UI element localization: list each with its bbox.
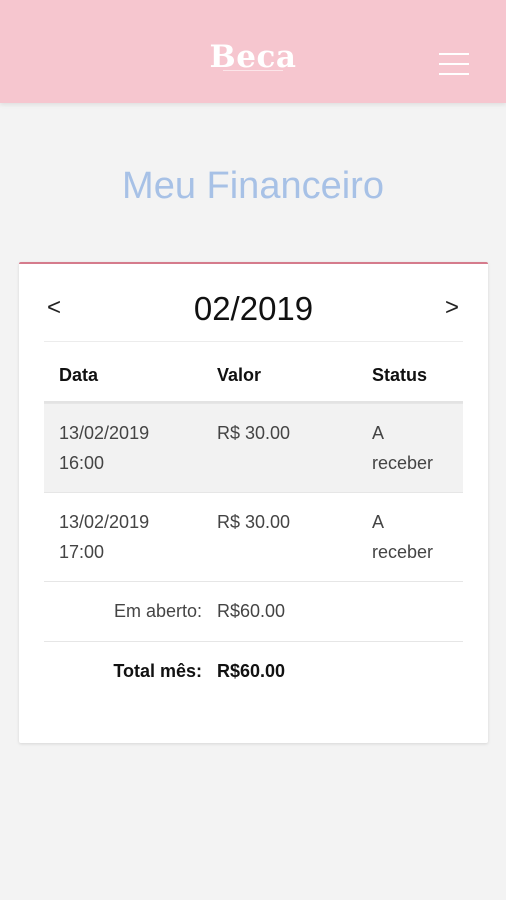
row-date-day: 13/02/2019 [59, 512, 150, 532]
row-status-line2: receber [372, 542, 434, 562]
column-header-value: Valor [217, 365, 262, 385]
row-date-day: 13/02/2019 [59, 423, 150, 443]
row-status-line1: A [372, 512, 385, 532]
brand-logo-text: Beca [209, 39, 297, 75]
row-date: 13/02/2019 17:00 [59, 507, 149, 567]
row-value: R$ 30.00 [217, 512, 291, 532]
month-total-row: Total mês: R$60.00 [44, 641, 463, 701]
open-amount-label: Em aberto: [113, 601, 202, 621]
menu-line [439, 63, 469, 65]
row-status: A receber [372, 418, 462, 478]
row-date: 13/02/2019 16:00 [59, 418, 149, 478]
table-row[interactable]: 13/02/2019 16:00 R$ 30.00 A receber [44, 403, 463, 492]
payments-table: Data Valor Status 13/02/2019 16:00 R$ 30… [44, 341, 463, 701]
open-amount-value: R$60.00 [217, 601, 286, 621]
table-row[interactable]: 13/02/2019 17:00 R$ 30.00 A receber [44, 492, 463, 581]
row-date-time: 16:00 [59, 453, 105, 473]
finance-card: < 02/2019 > Data Valor Status 13/02/2019… [19, 262, 488, 743]
menu-line [439, 53, 469, 55]
current-month-label: 02/2019 [193, 290, 314, 327]
open-amount-row: Em aberto: R$60.00 [44, 581, 463, 641]
month-navigator: < 02/2019 > [19, 282, 488, 340]
row-value: R$ 30.00 [217, 423, 291, 443]
next-month-button[interactable]: > [437, 294, 467, 322]
top-app-bar: Beca [0, 0, 506, 103]
column-header-date: Data [59, 365, 99, 385]
hamburger-menu-icon[interactable] [439, 50, 469, 76]
row-status: A receber [372, 507, 462, 567]
page-title: Meu Financeiro [122, 165, 384, 207]
brand-logo[interactable]: Beca [0, 40, 506, 74]
table-header-row: Data Valor Status [44, 341, 463, 403]
month-total-value: R$60.00 [217, 661, 286, 681]
column-header-status: Status [372, 365, 428, 385]
row-status-line1: A [372, 423, 385, 443]
row-status-line2: receber [372, 453, 434, 473]
row-date-time: 17:00 [59, 542, 105, 562]
month-total-label: Total mês: [113, 661, 202, 681]
menu-line [439, 73, 469, 75]
